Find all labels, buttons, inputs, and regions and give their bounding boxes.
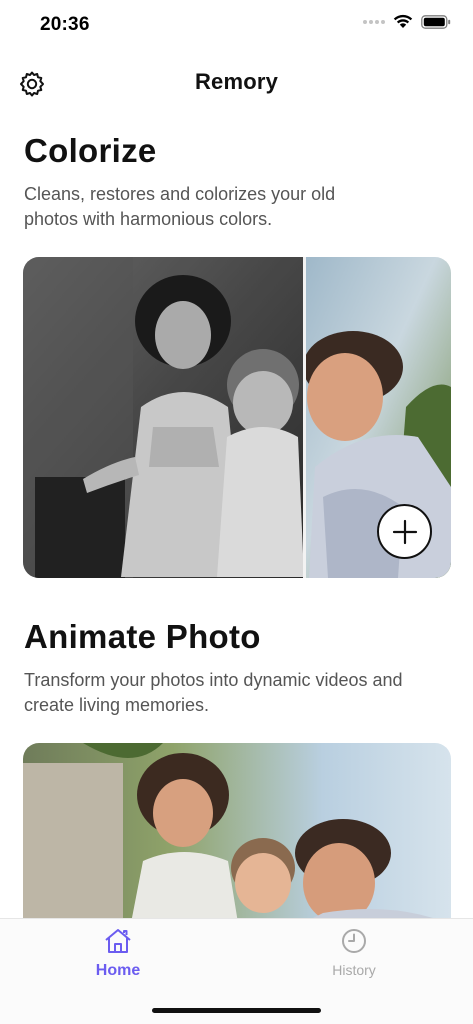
animate-section: Animate Photo Transform your photos into… [24, 618, 451, 718]
colorize-card[interactable] [23, 257, 451, 578]
status-icons [363, 14, 451, 29]
animate-preview-image [23, 743, 451, 918]
home-feed[interactable]: Colorize Cleans, restores and colorizes … [0, 110, 473, 918]
tab-history-label: History [332, 962, 376, 978]
page-title: Remory [194, 69, 279, 94]
animate-card[interactable] [23, 743, 451, 918]
tab-history[interactable]: History [304, 927, 404, 978]
colorize-title: Colorize [24, 132, 157, 169]
colorize-section: Colorize Cleans, restores and colorizes … [24, 132, 451, 232]
tab-home-label: Home [95, 962, 141, 979]
tab-home[interactable]: Home [68, 927, 168, 980]
status-bar: 20:36 [0, 0, 473, 50]
nav-bar: Remory [0, 58, 473, 108]
animate-title: Animate Photo [24, 618, 261, 655]
battery-icon [421, 14, 451, 29]
colorize-description: Cleans, restores and colorizes your old … [24, 184, 336, 229]
home-indicator [152, 1008, 321, 1013]
home-icon [105, 929, 131, 953]
signal-icon [363, 19, 385, 24]
status-time: 20:36 [40, 14, 90, 35]
plus-icon [392, 519, 417, 544]
colorize-add-button[interactable] [377, 504, 432, 559]
clock-icon [342, 929, 366, 953]
wifi-icon [393, 14, 413, 28]
animate-description: Transform your photos into dynamic video… [24, 670, 403, 715]
